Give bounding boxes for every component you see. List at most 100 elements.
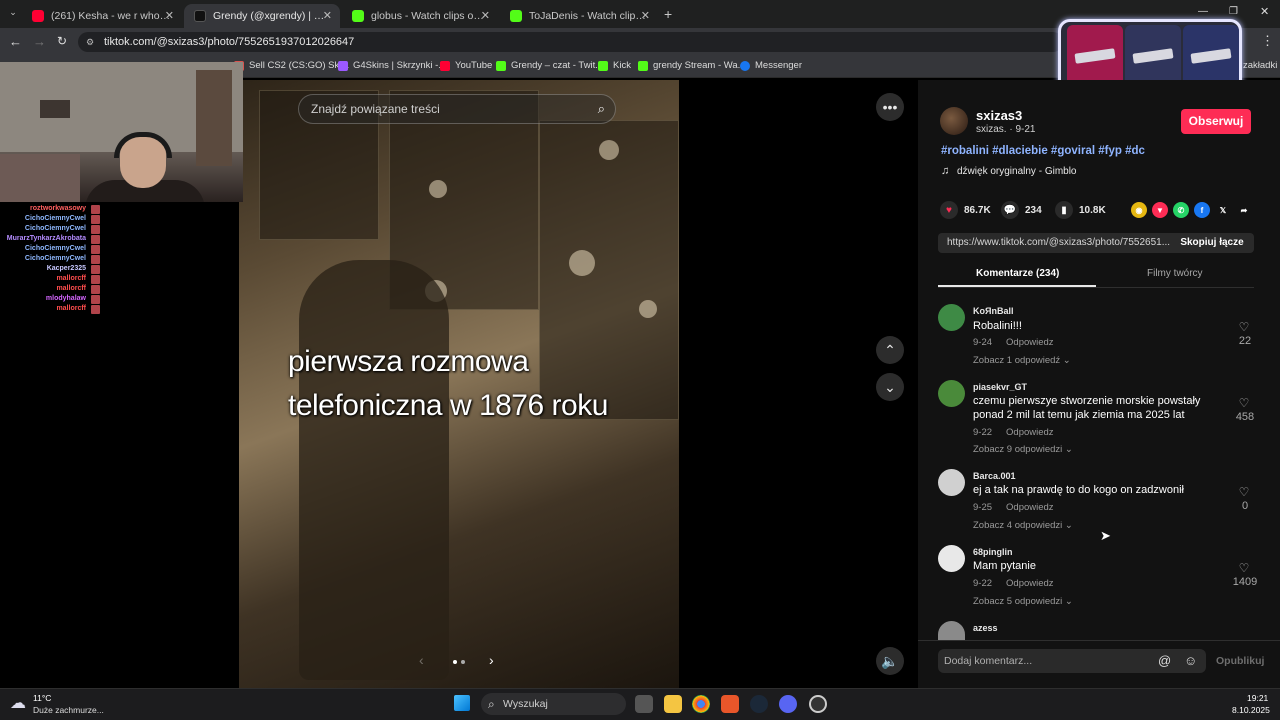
comment-username[interactable]: KoЯnBall <box>973 306 1013 316</box>
weather-icon[interactable]: ☁ <box>10 693 26 713</box>
search-icon[interactable]: ⌕ <box>598 95 605 123</box>
tab-creator-videos[interactable]: Filmy twórcy <box>1147 268 1203 279</box>
coin-share-icon[interactable]: ◉ <box>1131 202 1147 218</box>
emoji-icon[interactable]: ☺ <box>1184 649 1197 673</box>
messenger-icon <box>740 60 750 71</box>
next-photo-icon[interactable]: › <box>489 652 494 668</box>
comment-avatar[interactable] <box>938 380 965 407</box>
chat-username: MurarzTynkarzAkrobata <box>6 235 86 242</box>
bookmark-item[interactable]: G4Skins | Skrzynki -... <box>338 60 446 71</box>
previous-post-button[interactable]: ⌃ <box>876 336 904 364</box>
comment-like-icon[interactable]: ♡ <box>1237 561 1251 575</box>
close-tab-icon[interactable]: ✕ <box>641 9 650 22</box>
file-explorer-icon[interactable] <box>664 695 682 713</box>
bookmark-item[interactable]: Sell CS2 (CS:GO) Ski... <box>234 60 349 71</box>
comment-avatar[interactable] <box>938 545 965 572</box>
operator-figure <box>299 260 449 680</box>
bookmark-item[interactable]: Messenger <box>740 60 802 71</box>
tab-youtube[interactable]: (261) Kesha - we r who we r (G ✕ <box>22 4 182 28</box>
close-window-icon[interactable]: ✕ <box>1260 5 1269 18</box>
tab-search-button[interactable]: ⌄ <box>6 7 20 21</box>
author-username[interactable]: sxizas3 <box>976 108 1022 123</box>
task-view-icon[interactable] <box>635 695 653 713</box>
volume-button[interactable]: 🔈 <box>876 647 904 675</box>
facebook-icon[interactable]: f <box>1194 202 1210 218</box>
reload-icon[interactable]: ↻ <box>57 34 67 48</box>
send-share-icon[interactable]: ▼ <box>1152 202 1168 218</box>
view-replies-link[interactable]: Zobacz 4 odpowiedzi ⌄ <box>973 520 1073 531</box>
comment-username[interactable]: Barca.001 <box>973 471 1016 481</box>
sound-name[interactable]: dźwięk oryginalny - Gimblo <box>957 166 1077 177</box>
comment-like-icon[interactable]: ♡ <box>1237 320 1251 334</box>
menu-dots-icon[interactable]: ⋮ <box>1261 33 1274 49</box>
url-input[interactable]: ⚙ tiktok.com/@sxizas3/photo/755265193701… <box>78 32 1063 52</box>
view-replies-link[interactable]: Zobacz 9 odpowiedzi ⌄ <box>973 444 1073 455</box>
post-hashtags[interactable]: #robalini #dlaciebie #goviral #fyp #dc <box>941 145 1145 157</box>
whatsapp-icon[interactable]: ✆ <box>1173 202 1189 218</box>
comment-like-icon[interactable]: ♡ <box>1237 485 1251 499</box>
chat-username: CichoCiemnyCwel <box>24 255 86 262</box>
bookmark-item[interactable]: Kick <box>598 60 631 71</box>
view-replies-link[interactable]: Zobacz 5 odpowiedzi ⌄ <box>973 596 1073 607</box>
comment-avatar[interactable] <box>938 304 965 331</box>
app-icon[interactable] <box>721 695 739 713</box>
mention-icon[interactable]: @ <box>1158 649 1171 673</box>
next-post-button[interactable]: ⌄ <box>876 373 904 401</box>
forward-icon[interactable]: → <box>33 34 46 49</box>
youtube-icon <box>440 60 450 71</box>
comment-like-count: 1409 <box>1232 576 1258 588</box>
copy-link-button[interactable]: Skopiuj łącze <box>1170 233 1254 253</box>
author-avatar[interactable] <box>940 107 968 135</box>
publish-button[interactable]: Opublikuj <box>1216 655 1264 667</box>
bookmark-icon[interactable]: ▮ <box>1055 201 1073 219</box>
clock-date[interactable]: 8.10.2025 <box>1232 705 1270 715</box>
related-search-input[interactable]: Znajdź powiązane treści ⌕ <box>298 94 616 124</box>
bookmark-item[interactable]: Grendy – czat - Twit... <box>496 60 603 71</box>
close-tab-icon[interactable]: ✕ <box>165 9 174 22</box>
comment-like-icon[interactable]: ♡ <box>1237 396 1251 410</box>
prev-photo-icon[interactable]: ‹ <box>419 652 424 668</box>
tab-comments[interactable]: Komentarze (234) <box>976 268 1059 279</box>
tab-tiktok[interactable]: Grendy (@xgrendy) | TikTok ✕ <box>184 4 340 28</box>
view-replies-link[interactable]: Zobacz 1 odpowiedź ⌄ <box>973 355 1071 366</box>
bookmark-item[interactable]: YouTube <box>440 60 492 71</box>
comment-icon[interactable]: 💬 <box>1001 201 1019 219</box>
tab-kick-globus[interactable]: globus - Watch clips on Kick ✕ <box>342 4 498 28</box>
follow-button[interactable]: Obserwuj <box>1181 109 1251 134</box>
minimize-icon[interactable]: — <box>1198 6 1208 17</box>
discord-icon[interactable] <box>779 695 797 713</box>
all-bookmarks[interactable]: zakładki <box>1243 60 1277 71</box>
reply-link[interactable]: Odpowiedz <box>1006 337 1054 348</box>
x-share-icon[interactable]: 𝕏 <box>1215 202 1231 218</box>
bookmark-item[interactable]: grendy Stream - Wa... <box>638 60 746 71</box>
more-options-button[interactable]: ••• <box>876 93 904 121</box>
app-icon[interactable] <box>809 695 827 713</box>
start-icon[interactable] <box>454 695 470 711</box>
close-tab-icon[interactable]: ✕ <box>323 9 332 22</box>
weather-desc: Duże zachmurze... <box>33 705 104 715</box>
new-tab-button[interactable]: + <box>664 6 672 22</box>
share-arrow-icon[interactable]: ➦ <box>1236 202 1252 218</box>
comment-meta: 9-22 Odpowiedz <box>973 578 1054 589</box>
comment-username[interactable]: azess <box>973 623 998 633</box>
comment-input[interactable]: Dodaj komentarz... @ ☺ <box>938 649 1206 673</box>
close-tab-icon[interactable]: ✕ <box>481 9 490 22</box>
bookmark-favicon-icon <box>338 60 348 71</box>
tiktok-icon <box>194 10 206 22</box>
taskbar-search[interactable]: ⌕ Wyszukaj <box>481 693 626 715</box>
like-icon[interactable]: ♥ <box>940 201 958 219</box>
reply-link[interactable]: Odpowiedz <box>1006 427 1054 438</box>
comment-username[interactable]: piasekvr_GT <box>973 382 1027 392</box>
comment-avatar[interactable] <box>938 469 965 496</box>
chat-badge-icon <box>91 275 100 284</box>
tab-kick-tojadenis[interactable]: ToJaDenis - Watch clips on Kick ✕ <box>500 4 658 28</box>
reply-link[interactable]: Odpowiedz <box>1006 502 1054 513</box>
site-info-icon[interactable]: ⚙ <box>86 32 94 52</box>
maximize-icon[interactable]: ❐ <box>1229 6 1238 17</box>
chrome-icon[interactable] <box>692 695 710 713</box>
comment-username[interactable]: 68pinglin <box>973 547 1013 557</box>
reply-link[interactable]: Odpowiedz <box>1006 578 1054 589</box>
back-icon[interactable]: ← <box>9 34 22 49</box>
clock-time[interactable]: 19:21 <box>1247 693 1268 703</box>
steam-icon[interactable] <box>750 695 768 713</box>
